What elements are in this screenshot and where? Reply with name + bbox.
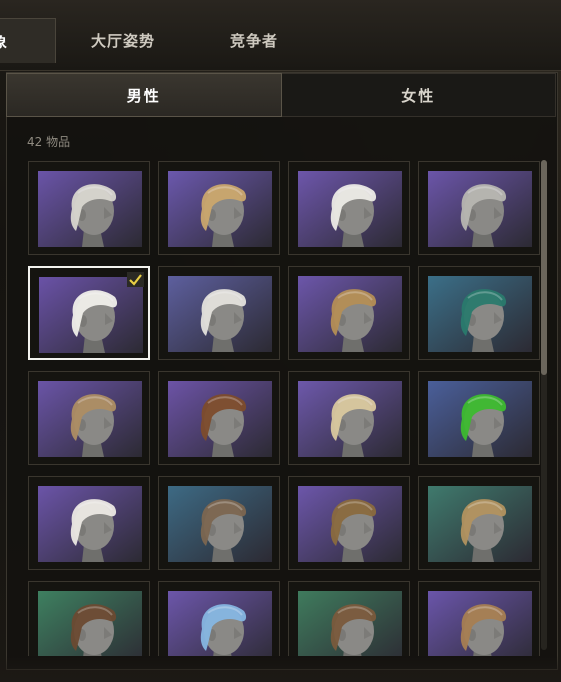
hairstyle-sandy-curtain-icon — [38, 381, 142, 457]
hairstyle-tile[interactable] — [418, 266, 540, 360]
hairstyle-blue-flower-icon — [168, 591, 272, 656]
hairstyle-undercut-topknot-icon — [38, 591, 142, 656]
scrollbar[interactable] — [541, 160, 547, 650]
hairstyle-long-straight-blonde-icon — [428, 486, 532, 562]
hairstyle-preview — [38, 486, 142, 562]
tab-lobby-pose[interactable]: 大厅姿势 — [58, 18, 188, 62]
hairstyle-tile[interactable] — [418, 371, 540, 465]
hairstyle-preview — [168, 276, 272, 352]
hairstyle-preview — [428, 591, 532, 656]
tab-label: 象 — [0, 31, 8, 52]
hairstyle-preview — [298, 171, 402, 247]
male-tab-label: 男性 — [126, 86, 161, 105]
hairstyle-tile[interactable] — [28, 266, 150, 360]
checkmark-icon — [127, 272, 144, 287]
hairstyle-preview — [168, 171, 272, 247]
hairstyle-preview — [428, 486, 532, 562]
hairstyle-tile[interactable] — [158, 161, 280, 255]
hairstyle-tile[interactable] — [158, 266, 280, 360]
hairstyle-white-wavy-icon — [168, 276, 272, 352]
hairstyle-preview — [298, 486, 402, 562]
hairstyle-white-ponytail-icon — [38, 486, 142, 562]
hairstyle-tile[interactable] — [288, 371, 410, 465]
hairstyle-long-wavy-brown-icon — [168, 486, 272, 562]
hairstyle-preview — [298, 591, 402, 656]
hairstyle-tile[interactable] — [418, 581, 540, 656]
scrollbar-thumb[interactable] — [541, 160, 547, 375]
hairstyle-preview — [38, 591, 142, 656]
hairstyle-preview — [38, 381, 142, 457]
hairstyle-grid — [26, 160, 542, 656]
hairstyle-tile[interactable] — [418, 161, 540, 255]
hairstyle-preview — [428, 381, 532, 457]
hairstyle-teal-bob-icon — [428, 276, 532, 352]
gender-toggle: 男性 女性 — [6, 73, 556, 117]
hairstyle-tile[interactable] — [288, 581, 410, 656]
female-tab-label: 女性 — [401, 86, 436, 105]
hairstyle-braided-crown-icon — [298, 276, 402, 352]
tab-appearance[interactable]: 象 — [0, 18, 56, 63]
hairstyle-preview — [38, 171, 142, 247]
male-tab[interactable]: 男性 — [6, 73, 282, 117]
hairstyle-preview — [298, 381, 402, 457]
hairstyle-blonde-shoulder-icon — [168, 171, 272, 247]
hairstyle-braided-back-icon — [428, 591, 532, 656]
hairstyle-tile[interactable] — [158, 371, 280, 465]
hairstyle-tile[interactable] — [288, 266, 410, 360]
hairstyle-preview — [168, 486, 272, 562]
hairstyle-cornrows-bun-icon — [298, 591, 402, 656]
hairstyle-silver-bob-icon — [428, 171, 532, 247]
hairstyle-tile[interactable] — [28, 371, 150, 465]
hairstyle-tile[interactable] — [288, 476, 410, 570]
hairstyle-tile[interactable] — [418, 476, 540, 570]
hairstyle-preview — [39, 277, 143, 353]
tab-label: 竞争者 — [229, 31, 278, 50]
hairstyle-preview — [428, 171, 532, 247]
hairstyle-green-slick-icon — [428, 381, 532, 457]
female-tab[interactable]: 女性 — [281, 73, 556, 117]
item-count: 42 物品 — [27, 135, 71, 149]
top-tab-bar: 象 大厅姿势 竞争者 — [0, 0, 561, 71]
hairstyle-braided-side-icon — [168, 381, 272, 457]
tab-label: 大厅姿势 — [90, 31, 155, 50]
hairstyle-tile[interactable] — [28, 161, 150, 255]
hairstyle-tile[interactable] — [28, 581, 150, 656]
hairstyle-tile[interactable] — [158, 581, 280, 656]
hairstyle-preview — [168, 381, 272, 457]
hairstyle-preview — [428, 276, 532, 352]
hairstyle-tile[interactable] — [158, 476, 280, 570]
hairstyle-preview — [298, 276, 402, 352]
hairstyle-white-braid-icon — [39, 277, 143, 353]
bottom-shadow — [0, 656, 561, 682]
hairstyle-white-fringe-icon — [298, 171, 402, 247]
hairstyle-preview — [168, 591, 272, 656]
tab-contender[interactable]: 竞争者 — [190, 18, 318, 62]
hairstyle-leopard-crop-icon — [298, 486, 402, 562]
hairstyle-long-platinum-icon — [298, 381, 402, 457]
hairstyle-tile[interactable] — [288, 161, 410, 255]
hairstyle-tile[interactable] — [28, 476, 150, 570]
hairstyle-messy-white-tied-icon — [38, 171, 142, 247]
